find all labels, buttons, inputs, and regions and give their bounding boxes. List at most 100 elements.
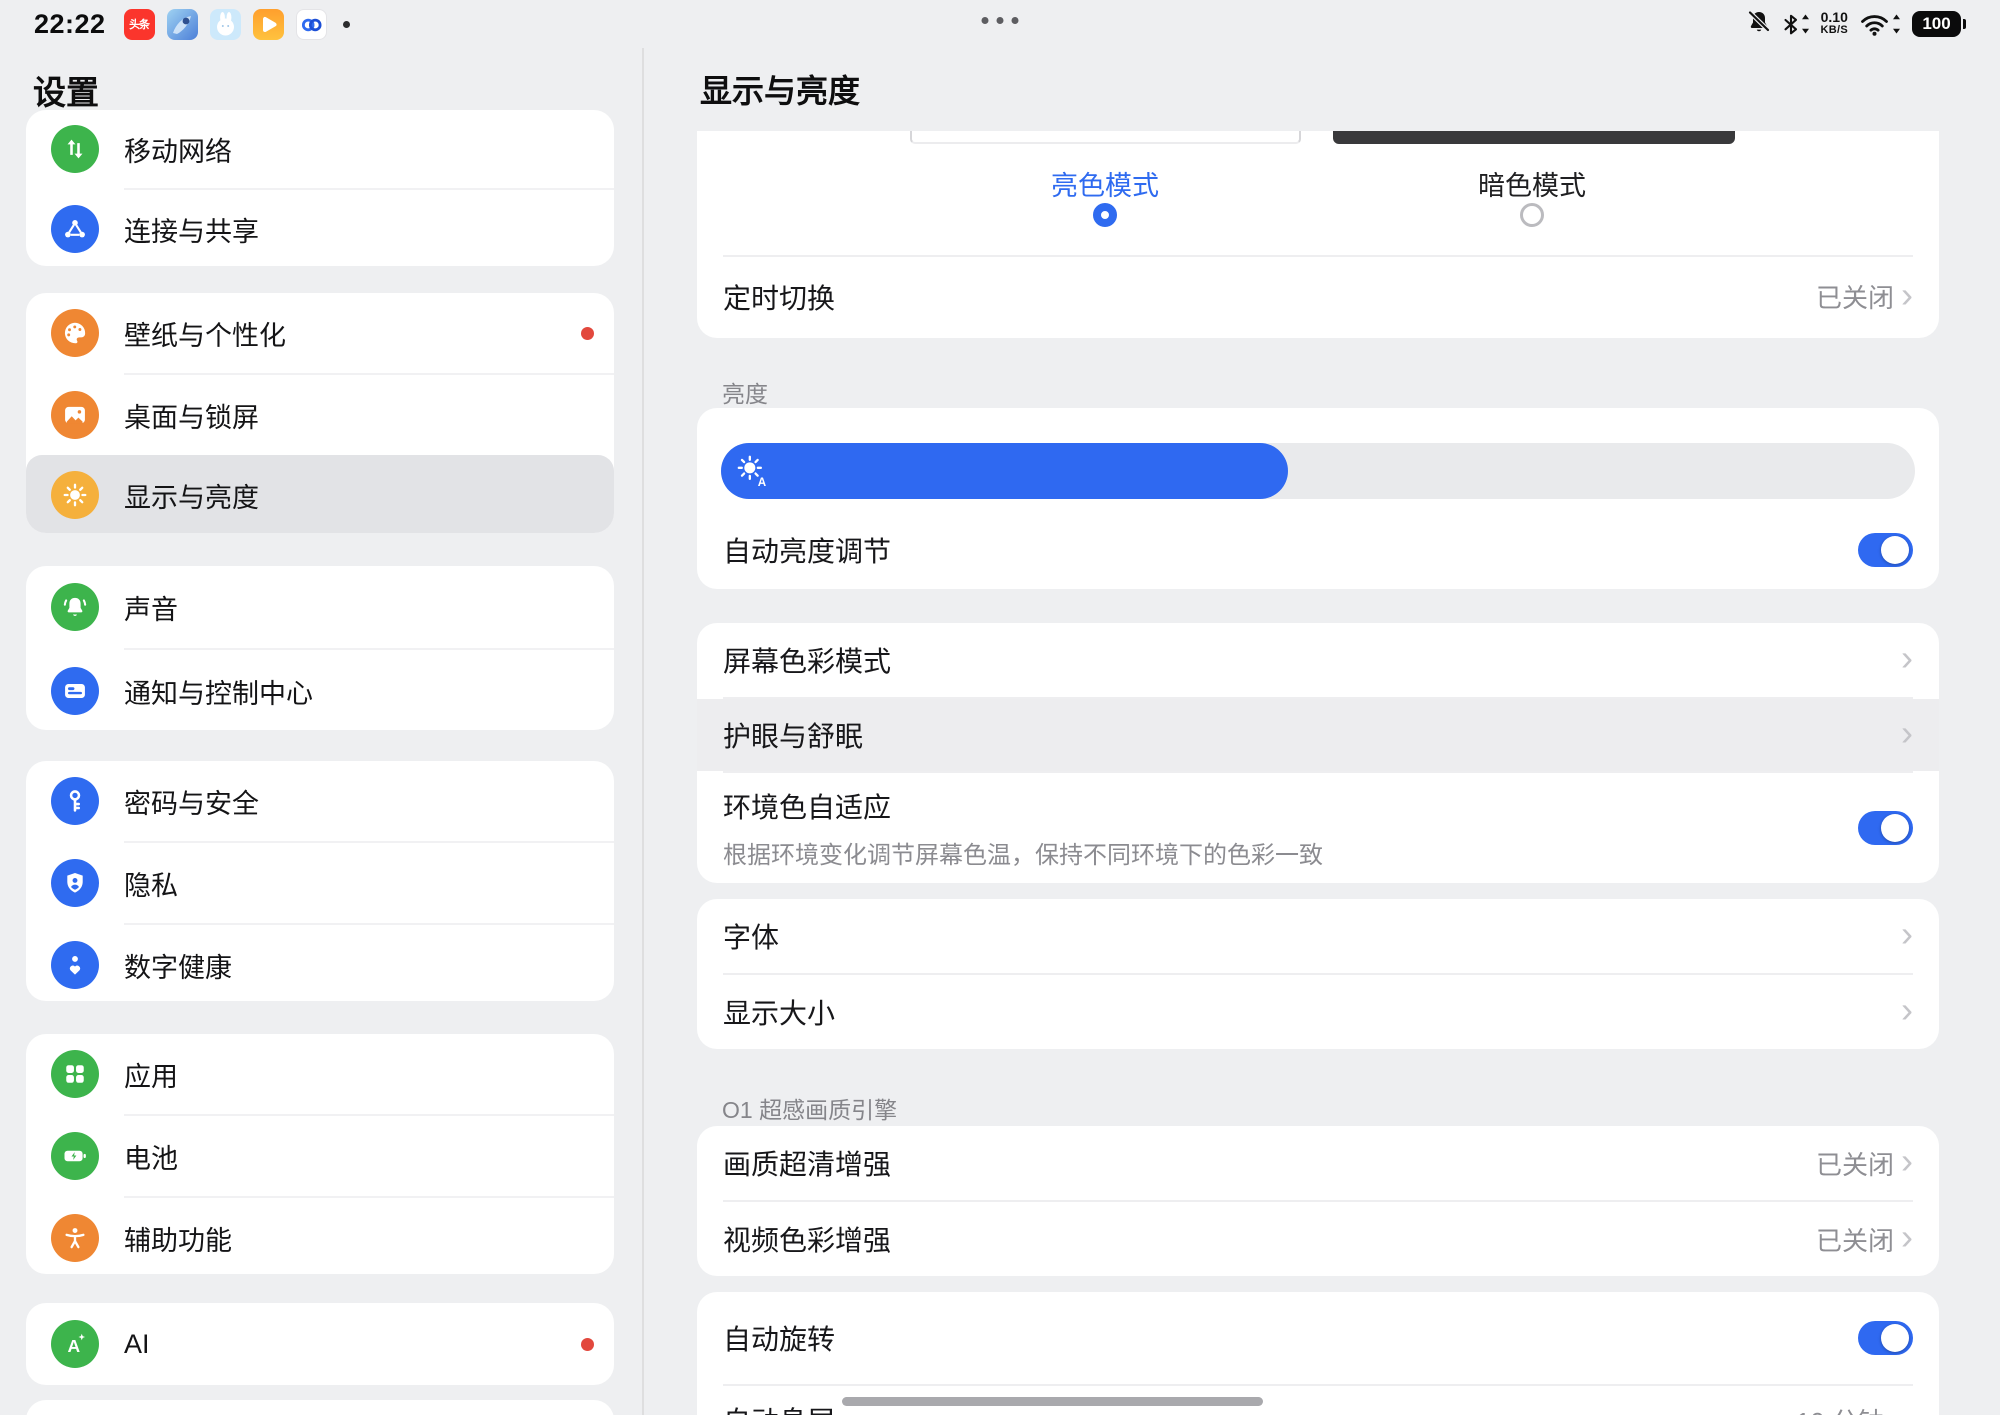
sidebar-item-display-brightness[interactable]: 显示与亮度 bbox=[26, 455, 614, 533]
screen: 22:22 头条 bbox=[0, 0, 2000, 1415]
row-label: 视频色彩增强 bbox=[723, 1219, 891, 1259]
brightness-slider[interactable]: A bbox=[721, 443, 1915, 499]
sidebar-item-battery[interactable]: 电池 bbox=[26, 1116, 614, 1196]
sidebar-group-ai: A AI bbox=[26, 1303, 614, 1385]
split-menu-dots-icon[interactable] bbox=[982, 17, 1019, 24]
rabbit-app-icon bbox=[210, 9, 241, 40]
ambient-color-row: 环境色自适应 根据环境变化调节屏幕色温，保持不同环境下的色彩一致 bbox=[697, 773, 1939, 883]
chevron-right-icon: › bbox=[1901, 715, 1913, 751]
brightness-card: A 自动亮度调节 bbox=[697, 408, 1939, 589]
display-brightness-panel: 显示与亮度 亮色模式 暗色模式 定时切换 已关闭 › 亮度 bbox=[642, 48, 2000, 1415]
sun-icon bbox=[51, 471, 99, 519]
sidebar-group-sound-notification: 声音 通知与控制中心 bbox=[26, 566, 614, 730]
red-badge-dot bbox=[581, 327, 594, 340]
status-bar: 22:22 头条 bbox=[0, 0, 2000, 48]
sidebar-item-connect-share[interactable]: 连接与共享 bbox=[26, 190, 614, 266]
row-value: 已关闭 › bbox=[1816, 1221, 1913, 1258]
sidebar-group-network: 移动网络 连接与共享 bbox=[26, 110, 614, 266]
sidebar-item-digital-wellbeing[interactable]: 数字健康 bbox=[26, 925, 614, 1001]
battery-status-icon: 100 bbox=[1912, 11, 1961, 37]
sidebar-group-personalization: 壁纸与个性化 桌面与锁屏 显示与亮度 bbox=[26, 293, 614, 533]
sidebar-item-label: 移动网络 bbox=[124, 130, 232, 169]
screen-color-mode-row[interactable]: 屏幕色彩模式 › bbox=[697, 623, 1939, 697]
settings-sidebar: 设置 移动网络 连接与共享 壁纸与个性化 bbox=[0, 48, 642, 1415]
chevron-right-icon: › bbox=[1901, 1143, 1913, 1179]
o1-engine-section-label: O1 超感画质引擎 bbox=[722, 1091, 897, 1125]
apps-icon bbox=[51, 1050, 99, 1098]
sidebar-item-wallpaper-personalization[interactable]: 壁纸与个性化 bbox=[26, 293, 614, 373]
transfer-icon bbox=[51, 125, 99, 173]
chevron-right-icon: › bbox=[1901, 992, 1913, 1028]
sidebar-item-privacy[interactable]: 隐私 bbox=[26, 843, 614, 923]
video-app-icon bbox=[253, 9, 284, 40]
auto-brightness-toggle[interactable] bbox=[1858, 533, 1913, 567]
red-badge-dot bbox=[581, 1338, 594, 1351]
row-label: 屏幕色彩模式 bbox=[723, 640, 891, 680]
sidebar-item-mobile-network[interactable]: 移动网络 bbox=[26, 110, 614, 188]
row-label: 自动息屏 bbox=[723, 1400, 835, 1415]
sidebar-item-label: 显示与亮度 bbox=[124, 476, 259, 515]
key-icon bbox=[51, 777, 99, 825]
page-title: 设置 bbox=[33, 66, 99, 114]
wifi-icon bbox=[1859, 12, 1901, 37]
row-label: 自动旋转 bbox=[723, 1318, 835, 1358]
bluetooth-icon bbox=[1783, 13, 1810, 36]
sidebar-item-sound[interactable]: 声音 bbox=[26, 566, 614, 648]
sidebar-item-label: 通知与控制中心 bbox=[124, 672, 313, 711]
dark-mode-radio[interactable] bbox=[1520, 203, 1544, 227]
sidebar-item-accessibility[interactable]: 辅助功能 bbox=[26, 1198, 614, 1274]
scheduled-switch-row[interactable]: 定时切换 已关闭 › bbox=[697, 255, 1939, 338]
auto-rotate-row: 自动旋转 bbox=[697, 1292, 1939, 1384]
mute-bell-icon bbox=[1746, 9, 1772, 40]
sidebar-item-notification-control-center[interactable]: 通知与控制中心 bbox=[26, 650, 614, 730]
font-row[interactable]: 字体 › bbox=[697, 899, 1939, 973]
light-mode-radio[interactable] bbox=[1093, 203, 1117, 227]
sidebar-item-apps[interactable]: 应用 bbox=[26, 1034, 614, 1114]
sidebar-item-label: 数字健康 bbox=[124, 946, 232, 985]
mode-selector-card: 亮色模式 暗色模式 定时切换 已关闭 › bbox=[697, 131, 1939, 338]
svg-text:A: A bbox=[758, 476, 767, 489]
row-description: 根据环境变化调节屏幕色温，保持不同环境下的色彩一致 bbox=[723, 835, 1323, 870]
display-size-row[interactable]: 显示大小 › bbox=[697, 975, 1939, 1049]
color-settings-card: 屏幕色彩模式 › 护眼与舒眠 › 环境色自适应 根据环境变化调节屏幕色温，保持不… bbox=[697, 623, 1939, 883]
bluetooth-transfer-arrows-icon bbox=[1801, 13, 1810, 35]
sidebar-item-label: AI bbox=[124, 1329, 150, 1360]
row-value: 已关闭 › bbox=[1816, 1145, 1913, 1182]
o1-engine-card: 画质超清增强 已关闭 › 视频色彩增强 已关闭 › bbox=[697, 1126, 1939, 1276]
ambient-color-toggle[interactable] bbox=[1858, 811, 1913, 845]
sidebar-item-label: 隐私 bbox=[124, 864, 178, 903]
clock: 22:22 bbox=[34, 9, 106, 40]
cloud-app-icon bbox=[296, 9, 327, 40]
dark-mode-label: 暗色模式 bbox=[1432, 164, 1632, 203]
sidebar-item-ai[interactable]: A AI bbox=[26, 1303, 614, 1385]
toutiao-app-icon: 头条 bbox=[124, 9, 155, 40]
row-label: 显示大小 bbox=[723, 992, 835, 1032]
sidebar-item-label: 声音 bbox=[124, 588, 178, 627]
battery-icon bbox=[51, 1132, 99, 1180]
row-label: 环境色自适应 bbox=[723, 786, 1323, 826]
share-icon bbox=[51, 205, 99, 253]
sidebar-item-label: 壁纸与个性化 bbox=[124, 314, 286, 353]
home-indicator[interactable] bbox=[842, 1397, 1263, 1406]
sidebar-group-next-clipped bbox=[26, 1400, 614, 1415]
sidebar-group-security: 密码与安全 隐私 数字健康 bbox=[26, 761, 614, 1001]
sidebar-item-home-lockscreen[interactable]: 桌面与锁屏 bbox=[26, 375, 614, 455]
ai-icon: A bbox=[51, 1320, 99, 1368]
row-label: 字体 bbox=[723, 916, 779, 956]
chevron-right-icon: › bbox=[1901, 277, 1913, 313]
health-icon bbox=[51, 941, 99, 989]
brightness-section-label: 亮度 bbox=[722, 375, 768, 409]
network-speed: 0.10 KB/S bbox=[1821, 11, 1848, 37]
sidebar-item-label: 桌面与锁屏 bbox=[124, 396, 259, 435]
chevron-right-icon: › bbox=[1901, 640, 1913, 676]
wifi-transfer-arrows-icon bbox=[1892, 13, 1901, 35]
image-clarity-row[interactable]: 画质超清增强 已关闭 › bbox=[697, 1126, 1939, 1200]
eye-comfort-row[interactable]: 护眼与舒眠 › bbox=[697, 699, 1939, 771]
sidebar-item-password-security[interactable]: 密码与安全 bbox=[26, 761, 614, 841]
row-label: 定时切换 bbox=[723, 277, 835, 317]
notification-icon bbox=[51, 667, 99, 715]
video-color-row[interactable]: 视频色彩增强 已关闭 › bbox=[697, 1202, 1939, 1276]
game-app-icon bbox=[167, 9, 198, 40]
bell-icon bbox=[51, 583, 99, 631]
auto-rotate-toggle[interactable] bbox=[1858, 1321, 1913, 1355]
